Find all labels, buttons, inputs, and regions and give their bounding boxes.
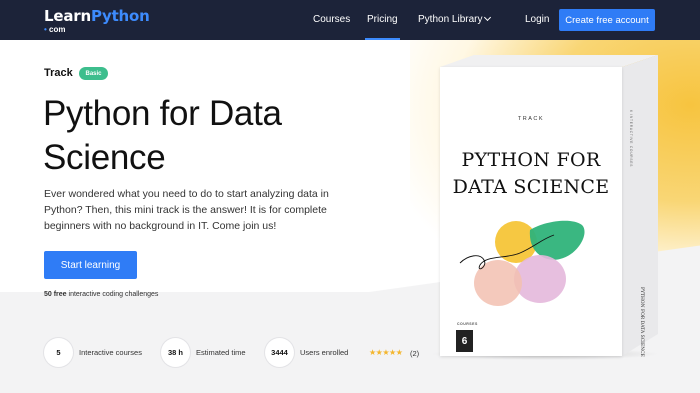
rating-count: (2) xyxy=(410,349,420,358)
rating-stars-icon: ★★★★★ xyxy=(369,348,403,357)
stat-time-label: Estimated time xyxy=(196,348,246,357)
stat-time: 38 h Estimated time xyxy=(161,338,246,367)
logo-python: Python xyxy=(90,7,150,25)
box-track-word: TRACK xyxy=(517,116,545,122)
box-side-title-text: PYTHON FOR DATA SCIENCE xyxy=(639,287,644,357)
nav-python-library-link[interactable]: Python Library xyxy=(418,13,492,25)
stat-courses-value: 5 xyxy=(44,338,73,367)
peach-blob xyxy=(474,260,522,306)
stat-courses-label: Interactive courses xyxy=(79,348,142,357)
start-learning-button[interactable]: Start learning xyxy=(44,251,137,279)
track-description: Ever wondered what you need to do to sta… xyxy=(44,188,329,232)
abstract-blobs-illustration xyxy=(459,220,585,306)
create-account-button[interactable]: Create free account xyxy=(559,9,655,31)
box-title-line1: PYTHON FOR xyxy=(461,149,601,171)
chevron-down-icon xyxy=(484,13,492,22)
box-title: PYTHON FOR DATA SCIENCE xyxy=(440,147,622,201)
box-courses-word: COURSES xyxy=(457,322,478,326)
box-side-courses-text: 6 INTERACTIVE COURSES xyxy=(629,110,633,168)
logo-com: com xyxy=(49,25,66,34)
level-badge: Basic xyxy=(79,67,108,80)
pink-blob xyxy=(514,255,566,303)
logo-learn: Learn xyxy=(44,7,91,25)
stat-users-value: 3444 xyxy=(265,338,294,367)
logo-domain: • com xyxy=(44,25,66,34)
learnpython-logo[interactable]: LearnPython • com xyxy=(44,7,150,34)
logo-wordmark: LearnPython xyxy=(44,7,150,25)
nav-python-library-label: Python Library xyxy=(418,14,483,25)
green-blob xyxy=(529,220,585,260)
stat-users: 3444 Users enrolled xyxy=(265,338,348,367)
stat-users-label: Users enrolled xyxy=(300,348,349,357)
box-courses-number: 6 xyxy=(456,330,473,352)
challenges-text: interactive coding challenges xyxy=(66,291,159,298)
hero-section: Track Basic Python for Data Science Ever… xyxy=(0,40,700,393)
top-navbar: LearnPython • com Courses Pricing Python… xyxy=(0,0,700,40)
login-link[interactable]: Login xyxy=(525,14,549,25)
stat-courses: 5 Interactive courses xyxy=(44,338,142,367)
challenges-count: 50 free xyxy=(44,291,67,298)
stat-time-value: 38 h xyxy=(161,338,190,367)
box-title-line2: DATA SCIENCE xyxy=(452,176,610,198)
logo-dot: • xyxy=(44,25,47,34)
challenges-note: 50 free interactive coding challenges xyxy=(44,291,158,298)
track-product-box: TRACK PYTHON FOR DATA SCIENCE COURSES 6 xyxy=(440,67,622,356)
box-top-face xyxy=(440,55,658,67)
nav-courses-link[interactable]: Courses xyxy=(313,14,350,25)
page-title: Python for Data Science xyxy=(43,94,282,177)
nav-pricing-link[interactable]: Pricing xyxy=(365,14,400,40)
track-label: Track xyxy=(44,67,73,79)
